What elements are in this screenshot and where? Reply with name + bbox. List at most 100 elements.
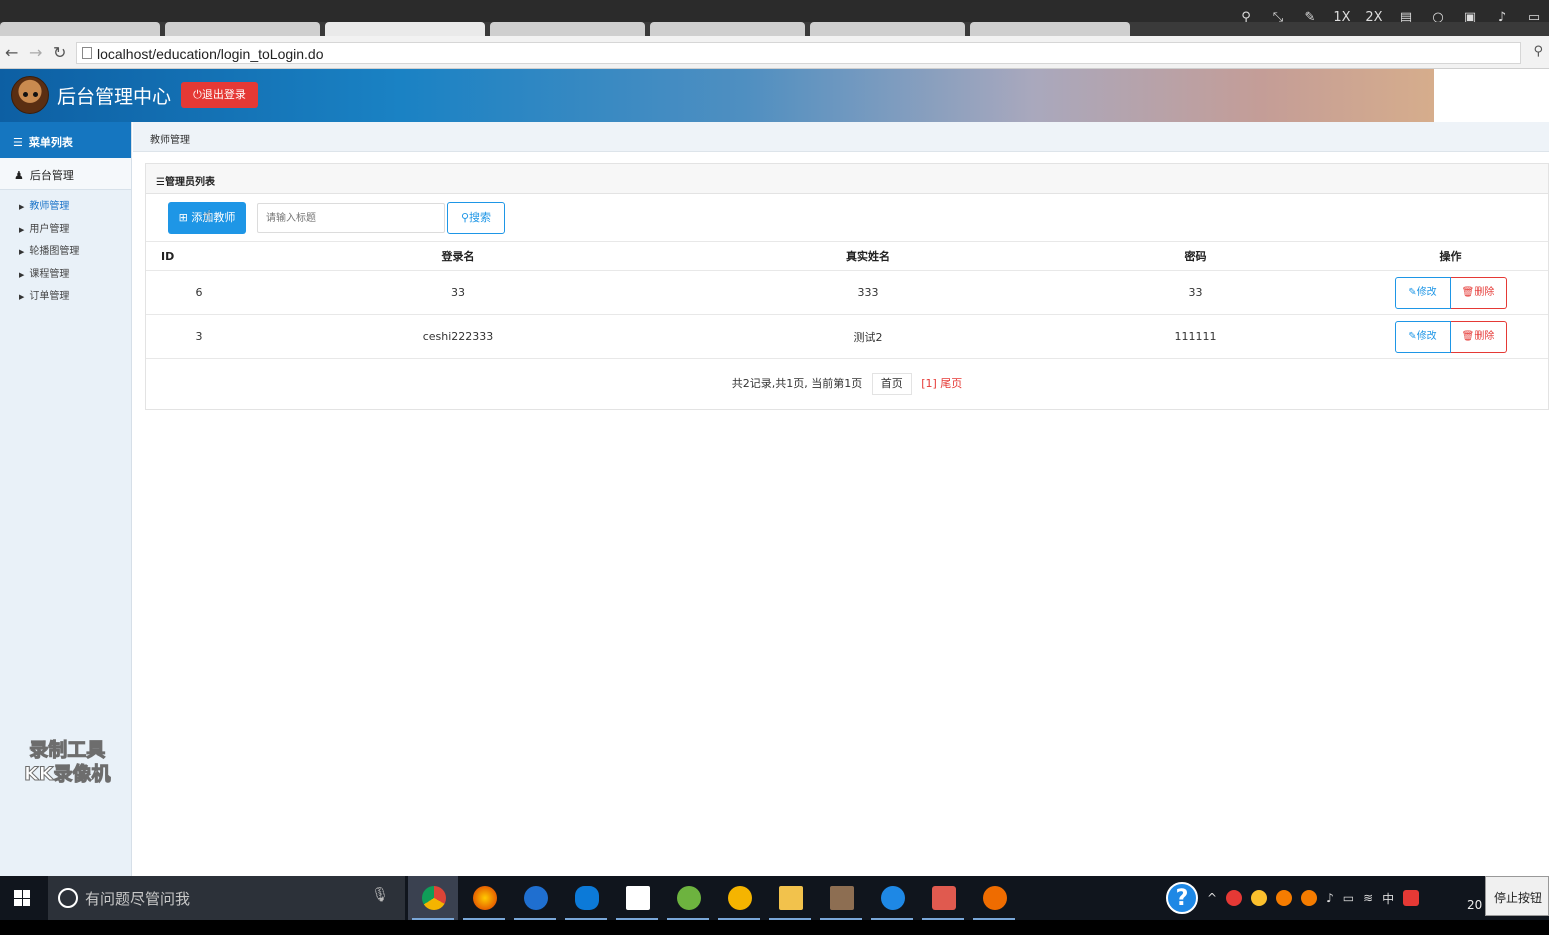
first-page-link[interactable]: 首页 (871, 373, 912, 395)
trash-icon: 🗑 (1461, 286, 1475, 298)
browser-tabstrip (0, 22, 1549, 36)
microphone-icon[interactable]: 🎙 (371, 887, 389, 903)
caret-right-icon: ▶ (19, 225, 25, 234)
trash-icon: 🗑 (1461, 330, 1475, 342)
sidebar-group-admin[interactable]: ♟ 后台管理 (0, 158, 131, 190)
cell-actions: ✎修改 🗑删除 (1353, 270, 1548, 315)
browser-address-bar: ← → ↻ localhost/education/login_toLogin.… (0, 36, 1549, 69)
back-icon[interactable]: ← (5, 43, 18, 62)
tray-app-icon[interactable] (1226, 890, 1243, 906)
paint-icon[interactable] (918, 876, 968, 920)
chrome-icon[interactable] (408, 876, 458, 920)
kk-icon[interactable] (867, 876, 917, 920)
edge-icon[interactable] (561, 876, 611, 920)
tray-app-icon[interactable] (1276, 890, 1293, 906)
wifi-icon[interactable]: ≋ (1363, 891, 1373, 905)
browser-tab[interactable] (490, 22, 645, 36)
last-page-link[interactable]: 尾页 (940, 377, 962, 390)
delete-button[interactable]: 🗑删除 (1450, 320, 1507, 353)
panel-title: ☰管理员列表 (146, 164, 1548, 194)
browser-tab-active[interactable] (325, 22, 485, 36)
sunlogin-icon[interactable] (714, 876, 764, 920)
edit-label: 修改 (1416, 330, 1437, 342)
caret-right-icon: ▶ (19, 293, 25, 301)
cortana-search[interactable]: 有问题尽管问我 🎙 (48, 876, 405, 920)
search-button[interactable]: ⚲搜索 (447, 202, 505, 234)
cell-password: 111111 (1038, 314, 1353, 359)
pagination-summary: 共2记录,共1页, 当前第1页 (731, 377, 863, 390)
url-field[interactable]: localhost/education/login_toLogin.do (76, 42, 1521, 64)
logout-label: 退出登录 (201, 88, 246, 101)
recorder-app-icon[interactable] (969, 876, 1019, 920)
image-app-icon[interactable] (816, 876, 866, 920)
caret-right-icon: ▶ (19, 270, 25, 279)
sidebar-item-label: 课程管理 (29, 268, 70, 280)
search-label: 搜索 (469, 211, 492, 224)
spring-tool-icon[interactable] (663, 876, 713, 920)
sidebar-item-order[interactable]: ▶ 订单管理 (0, 286, 131, 309)
edit-label: 修改 (1416, 286, 1437, 298)
browser-tab[interactable] (650, 22, 805, 36)
ime-indicator[interactable]: 中 (1382, 890, 1394, 907)
recorder-watermark: 录制工具 KK录像机 (23, 738, 110, 786)
search-input[interactable] (257, 203, 445, 233)
sogou-browser-icon[interactable] (510, 876, 560, 920)
reload-icon[interactable]: ↻ (53, 43, 66, 62)
file-explorer-icon[interactable] (765, 876, 815, 920)
sidebar-item-carousel[interactable]: ▶ 轮播图管理 (0, 241, 131, 264)
col-password: 密码 (1038, 241, 1353, 271)
help-icon[interactable]: ? (1166, 882, 1198, 914)
browser-tab[interactable] (165, 22, 320, 36)
screen-bottom-border (0, 920, 1549, 935)
sidebar-item-label: 订单管理 (29, 291, 70, 302)
tray-app-icon[interactable] (1301, 890, 1318, 906)
delete-button[interactable]: 🗑删除 (1450, 276, 1507, 309)
cell-id: 6 (146, 270, 218, 315)
add-teacher-label: 添加教师 (191, 211, 236, 224)
sidebar: ☰ 菜单列表 ♟ 后台管理 ▶ 教师管理 ▶ 用户管理 ▶ 轮播图管理 ▶ 课程管理 ▶ 订单… (0, 122, 132, 876)
search-icon: ⚲ (460, 211, 470, 224)
plus-square-icon: ⊞ (178, 211, 188, 224)
caret-right-icon: ▶ (19, 203, 25, 211)
cell-name: 测试2 (698, 314, 1038, 359)
edit-icon: ✎ (1408, 286, 1417, 298)
sidebar-item-label: 轮播图管理 (29, 246, 80, 257)
volume-icon[interactable]: ♪ (1326, 891, 1334, 905)
logout-button[interactable]: ⏻退出登录 (181, 82, 258, 108)
firefox-icon[interactable] (459, 876, 509, 920)
zoom-icon[interactable]: ⚲ (1533, 44, 1543, 59)
sidebar-item-course[interactable]: ▶ 课程管理 (0, 264, 131, 287)
edit-button[interactable]: ✎修改 (1394, 320, 1451, 353)
battery-icon[interactable]: ▭ (1343, 891, 1354, 905)
col-id: ID (146, 241, 218, 271)
current-page-link[interactable]: [1] (921, 377, 937, 390)
teacher-list-panel: ☰管理员列表 ⊞ 添加教师 ☝ ⚲搜索 ID 登录名 真实姓名 密码 操作 6 … (145, 163, 1549, 410)
sogou-ime-icon[interactable] (1403, 890, 1420, 906)
stop-button-tooltip: 停止按钮 (1485, 876, 1549, 916)
avatar (11, 76, 49, 114)
sidebar-item-user[interactable]: ▶ 用户管理 (0, 219, 131, 242)
sidebar-item-teacher[interactable]: ▶ 教师管理 (0, 196, 131, 219)
cell-password: 33 (1038, 270, 1353, 315)
windows-start-icon[interactable] (14, 890, 30, 906)
delete-label: 删除 (1474, 286, 1495, 298)
browser-tab[interactable] (810, 22, 965, 36)
store-icon[interactable] (612, 876, 662, 920)
sidebar-item-label: 教师管理 (29, 201, 70, 212)
cell-name: 333 (698, 270, 1038, 315)
power-icon: ⏻ (193, 88, 202, 101)
cell-login: ceshi222333 (218, 314, 698, 359)
mouse-cursor-icon: ☝ (203, 208, 212, 224)
tray-app-icon[interactable] (1251, 890, 1268, 906)
chevron-up-icon[interactable]: ^ (1207, 891, 1217, 905)
browser-tab[interactable] (0, 22, 160, 36)
pagination: 共2记录,共1页, 当前第1页 首页 [1] 尾页 (146, 373, 1548, 395)
clock[interactable]: 20 (1467, 898, 1482, 912)
edit-button[interactable]: ✎修改 (1394, 276, 1451, 309)
cortana-icon (58, 888, 78, 908)
forward-icon[interactable]: → (29, 43, 42, 62)
caret-right-icon: ▶ (19, 248, 25, 256)
cell-login: 33 (218, 270, 698, 315)
windows-taskbar: 有问题尽管问我 🎙 ? ^ ♪ ▭ ≋ 中 20 (0, 876, 1549, 920)
browser-tab[interactable] (970, 22, 1130, 36)
